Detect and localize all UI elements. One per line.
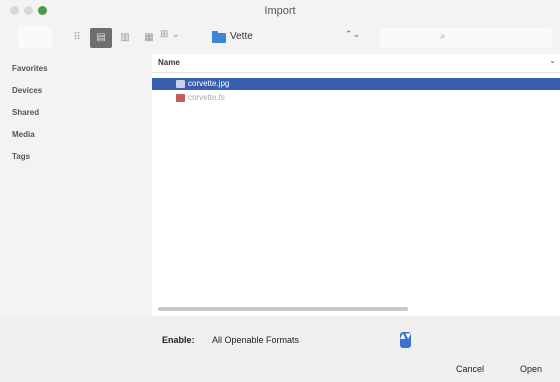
sort-chevron-icon[interactable]: ⌄	[549, 56, 556, 65]
file-row[interactable]: corvette.fs	[152, 92, 560, 104]
back-forward-buttons[interactable]	[18, 26, 52, 48]
search-field[interactable]: ⌕	[380, 28, 552, 48]
title-bar: Import	[0, 0, 560, 22]
window-title: Import	[264, 5, 296, 17]
file-browser: Name ⌄ corvette.jpg corvette.fs	[152, 54, 560, 316]
folder-icon	[212, 31, 226, 43]
enable-format-bar: Enable: All Openable Formats ▲▼	[152, 330, 560, 352]
file-name: corvette.jpg	[188, 79, 230, 88]
sidebar-item-favorites[interactable]: Favorites	[12, 64, 48, 73]
folder-location-popup[interactable]: Vette ⌃⌄	[206, 28, 366, 48]
arrange-menu-button[interactable]: ⊞ ⌄	[160, 29, 180, 40]
folder-name: Vette	[230, 31, 253, 42]
bottom-panel: Enable: All Openable Formats ▲▼ Cancel O…	[0, 316, 560, 382]
sidebar-item-tags[interactable]: Tags	[12, 152, 30, 161]
image-file-icon	[176, 80, 185, 88]
cancel-button[interactable]: Cancel	[456, 364, 484, 378]
file-row-selected[interactable]: corvette.jpg	[152, 78, 560, 90]
sidebar-item-shared[interactable]: Shared	[12, 108, 39, 117]
column-view-icon[interactable]: ▥	[114, 28, 136, 48]
view-mode-buttons: ⠿ ▤ ▥ ▦	[66, 28, 160, 48]
sidebar: Favorites Devices Shared Media Tags	[0, 54, 148, 316]
search-icon: ⌕	[440, 31, 446, 42]
list-view-icon[interactable]: ▤	[90, 28, 112, 48]
name-column-header[interactable]: Name	[158, 58, 180, 67]
cover-flow-icon[interactable]: ▦	[138, 28, 160, 48]
column-header[interactable]: Name ⌄	[152, 54, 560, 73]
horizontal-scrollbar[interactable]	[158, 307, 408, 311]
document-file-icon	[176, 94, 185, 102]
import-dialog: Import ⠿ ▤ ▥ ▦ ⊞ ⌄ Vette ⌃⌄ ⌕ Favorites …	[0, 0, 560, 382]
enable-label: Enable:	[162, 335, 195, 345]
icon-view-icon[interactable]: ⠿	[66, 28, 88, 48]
file-name: corvette.fs	[188, 93, 225, 102]
format-popup[interactable]: All Openable Formats	[212, 335, 299, 345]
sidebar-item-media[interactable]: Media	[12, 130, 35, 139]
chevron-updown-icon: ⌃⌄	[344, 30, 360, 40]
open-button[interactable]: Open	[520, 364, 542, 378]
format-stepper-icon[interactable]: ▲▼	[400, 332, 411, 348]
sidebar-item-devices[interactable]: Devices	[12, 86, 42, 95]
toolbar: ⠿ ▤ ▥ ▦ ⊞ ⌄ Vette ⌃⌄ ⌕	[0, 22, 560, 54]
